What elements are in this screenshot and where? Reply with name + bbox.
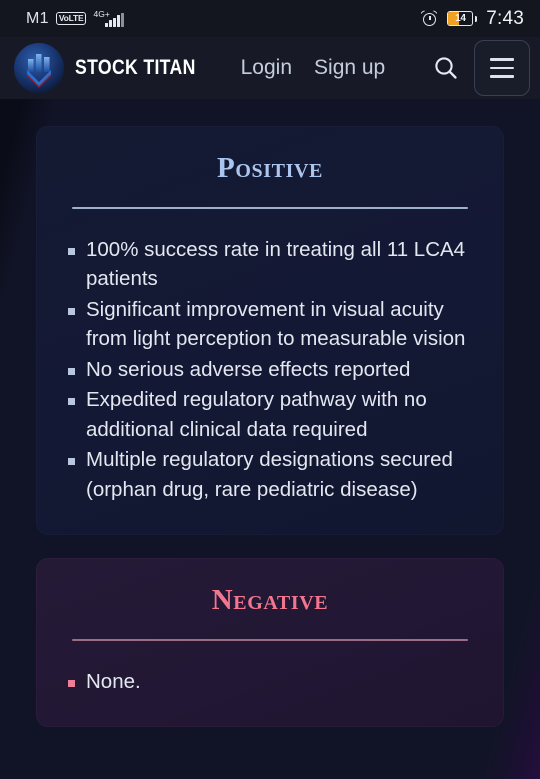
negative-card-title: Negative xyxy=(211,584,329,617)
negative-bullet-list: None. xyxy=(62,667,478,697)
nav-actions xyxy=(426,40,530,96)
positive-card-divider xyxy=(72,207,468,209)
alarm-clock-icon xyxy=(420,9,439,27)
positive-insight-card: Positive 100% success rate in treating a… xyxy=(36,126,504,536)
list-item: Expedited regulatory pathway with no add… xyxy=(62,385,478,444)
status-bar-clock: 7:43 xyxy=(486,7,524,29)
status-bar-left: M1 VoLTE 4G+ xyxy=(26,8,125,28)
negative-insight-card: Negative None. xyxy=(36,558,504,728)
list-item: Multiple regulatory designations secured… xyxy=(62,445,478,504)
list-item: Significant improvement in visual acuity… xyxy=(62,295,478,354)
volte-badge: VoLTE xyxy=(55,12,87,25)
battery-percent-label: 14 xyxy=(455,13,466,24)
status-bar: M1 VoLTE 4G+ 14 7:43 xyxy=(0,0,540,37)
app-root: M1 VoLTE 4G+ 14 7:43 STOCK TITAN Login S… xyxy=(0,0,540,779)
content-column: Positive 100% success rate in treating a… xyxy=(36,121,504,728)
nav-links: Login Sign up xyxy=(241,56,386,80)
brand-home-link[interactable]: STOCK TITAN xyxy=(14,43,219,93)
carrier-label: M1 xyxy=(26,9,49,27)
site-header: STOCK TITAN Login Sign up xyxy=(0,37,540,99)
network-signal-indicator: 4G+ xyxy=(93,8,125,28)
status-bar-right: 14 7:43 xyxy=(420,7,524,30)
list-item: No serious adverse effects reported xyxy=(62,355,478,385)
list-item: None. xyxy=(62,667,478,697)
login-link[interactable]: Login xyxy=(241,56,292,80)
positive-card-title: Positive xyxy=(217,152,323,184)
network-type-label: 4G+ xyxy=(93,8,110,19)
search-icon[interactable] xyxy=(426,48,466,88)
battery-icon: 14 xyxy=(447,11,478,26)
positive-bullet-list: 100% success rate in treating all 11 LCA… xyxy=(62,235,478,505)
signup-link[interactable]: Sign up xyxy=(314,56,385,80)
list-item: 100% success rate in treating all 11 LCA… xyxy=(62,235,478,294)
hamburger-menu-icon[interactable] xyxy=(474,40,530,96)
negative-card-divider xyxy=(72,639,468,641)
brand-name-label: STOCK TITAN xyxy=(75,56,196,79)
stock-titan-logo-icon xyxy=(14,43,64,93)
page-body: Positive 100% success rate in treating a… xyxy=(0,99,540,779)
